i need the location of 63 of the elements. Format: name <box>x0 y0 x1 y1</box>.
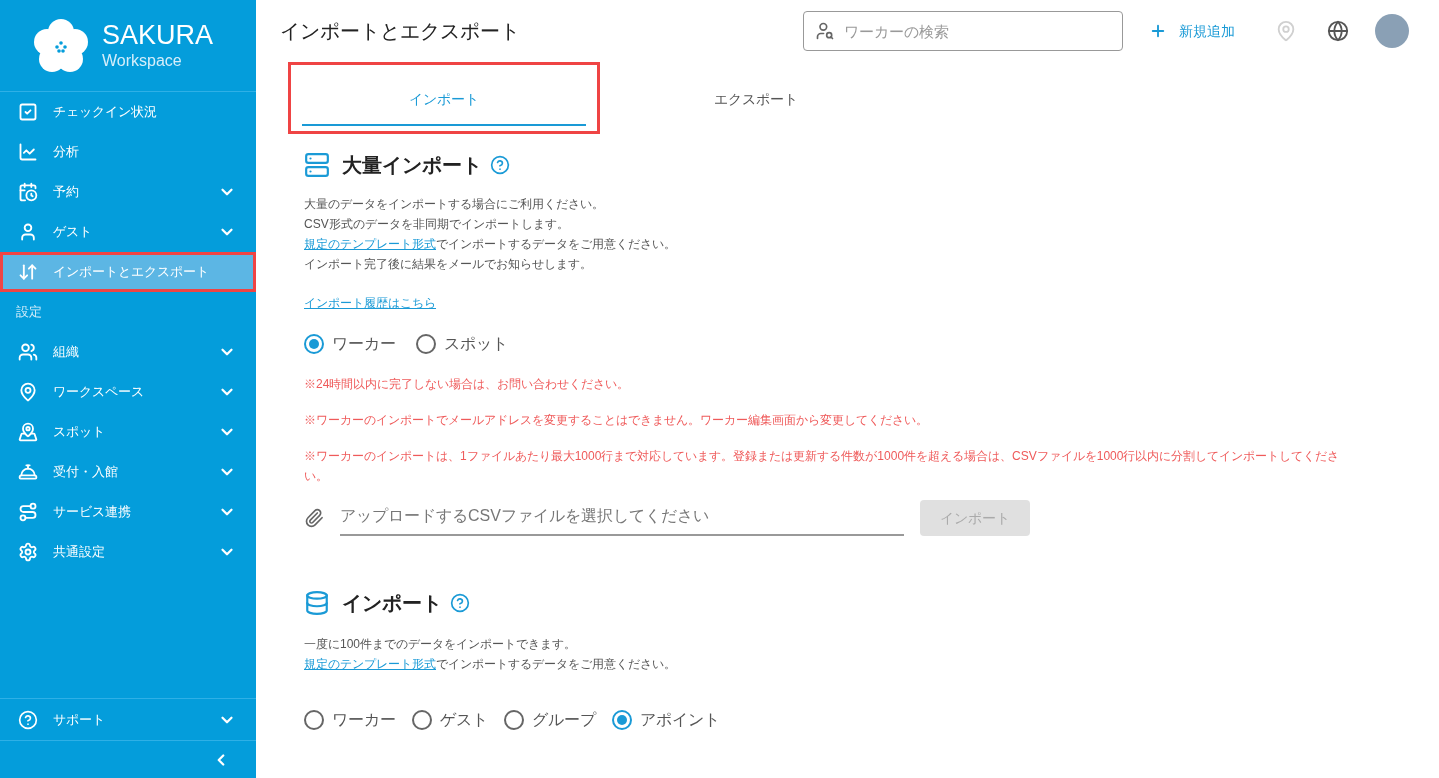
tab[interactable]: インポート <box>302 74 586 126</box>
sidebar-item[interactable]: 共通設定 <box>0 532 256 572</box>
support-item[interactable]: サポート <box>0 698 256 740</box>
description-text: 規定のテンプレート形式でインポートするデータをご用意ください。 <box>304 656 677 673</box>
help-icon <box>18 709 38 730</box>
radio-option[interactable]: ゲスト <box>412 708 488 732</box>
warning-note: ※24時間以内に完了しない場合は、お問い合わせください。 <box>304 376 631 393</box>
template-link[interactable]: 規定のテンプレート形式 <box>304 657 436 671</box>
section-heading: 設定 <box>15 303 43 322</box>
paperclip-icon <box>304 508 324 528</box>
sidebar-item[interactable]: スポット <box>0 412 256 452</box>
menu-item-icon <box>18 102 38 122</box>
sidebar-item[interactable]: 予約 <box>0 172 256 212</box>
description-text: 規定のテンプレート形式でインポートするデータをご用意ください。 <box>304 236 677 253</box>
description-text: インポート完了後に結果をメールでお知らせします。 <box>304 256 593 273</box>
menu-item-icon <box>18 382 38 402</box>
description-text: 大量のデータをインポートする場合にご利用ください。 <box>304 196 605 213</box>
menu-item-icon <box>18 502 38 522</box>
radio-option[interactable]: アポイント <box>612 708 720 732</box>
menu-item-icon <box>18 182 38 202</box>
add-new-button[interactable]: 新規追加 <box>1149 20 1235 42</box>
radio-option[interactable]: ワーカー <box>304 708 396 732</box>
radio-option[interactable]: グループ <box>504 708 596 732</box>
sidebar-item[interactable]: 分析 <box>0 132 256 172</box>
sidebar-item[interactable]: 組織 <box>0 332 256 372</box>
section-title: 大量インポート <box>342 153 482 178</box>
radio-option[interactable]: ワーカー <box>304 332 396 356</box>
page-title: インポートとエクスポート <box>280 19 521 44</box>
menu-item-icon <box>18 462 38 482</box>
sidebar-item[interactable]: サービス連携 <box>0 492 256 532</box>
logo-subtitle: Workspace <box>102 53 183 69</box>
sidebar-item[interactable]: インポートとエクスポート <box>0 252 256 292</box>
help-icon[interactable] <box>490 155 510 175</box>
sidebar-item[interactable]: 受付・入館 <box>0 452 256 492</box>
description-text: CSV形式のデータを非同期でインポートします。 <box>304 216 570 233</box>
database-import-icon <box>304 590 330 616</box>
menu-item-icon <box>18 342 38 362</box>
import-history-link[interactable]: インポート履歴はこちら <box>304 294 436 312</box>
plus-icon <box>1149 22 1167 40</box>
help-icon[interactable] <box>450 593 470 613</box>
tab[interactable]: エクスポート <box>614 74 898 126</box>
warning-note: ※ワーカーのインポートは、1ファイルあたり最大1000行まで対応しています。登録または更新する件数が1000件を超える場合は、CSVファイルを1000行以内に分割してインポートしてください。 <box>304 448 1341 485</box>
warning-note: ※ワーカーのインポートでメールアドレスを変更することはできません。ワーカー編集画面から変更してください。 <box>304 412 929 429</box>
logo-title: SAKURA <box>102 22 214 49</box>
file-input-field[interactable]: アップロードするCSVファイルを選択してください <box>340 504 904 536</box>
server-icon <box>304 152 330 178</box>
menu-item-icon <box>18 222 38 242</box>
sidebar-item[interactable]: ワークスペース <box>0 372 256 412</box>
user-search-icon <box>815 21 835 41</box>
menu-item-icon <box>18 542 38 562</box>
search-field[interactable]: ワーカーの検索 <box>803 11 1123 51</box>
template-link[interactable]: 規定のテンプレート形式 <box>304 237 436 251</box>
sidebar-item[interactable]: ゲスト <box>0 212 256 252</box>
globe-icon[interactable] <box>1327 20 1349 42</box>
menu-item-icon <box>18 142 38 162</box>
description-text: 一度に100件までのデータをインポートできます。 <box>304 636 578 653</box>
menu-item-icon <box>18 422 38 442</box>
avatar[interactable] <box>1375 14 1409 48</box>
menu-item-icon <box>18 262 38 282</box>
flower-logo-icon <box>32 16 90 75</box>
section-title: インポート <box>342 591 442 616</box>
radio-option[interactable]: スポット <box>416 332 508 356</box>
sidebar-item[interactable]: チェックイン状況 <box>0 92 256 132</box>
